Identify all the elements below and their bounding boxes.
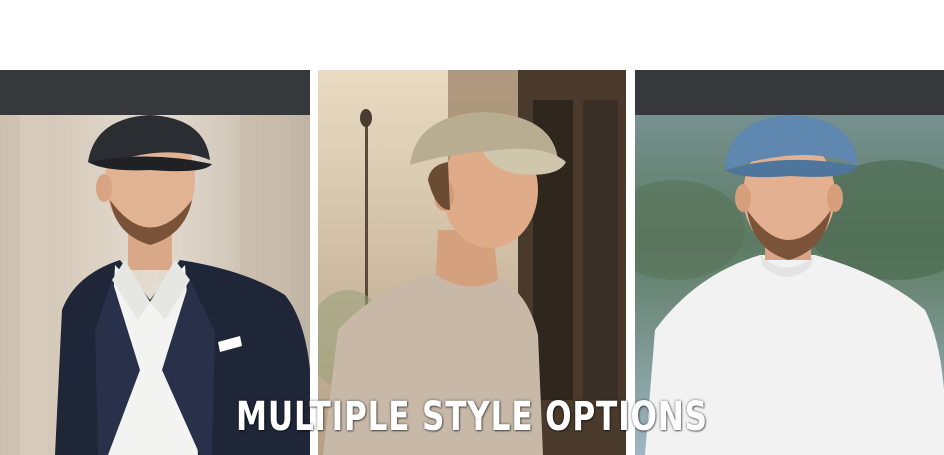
- banner-headline: MULTIPLE STYLE OPTIONS: [236, 394, 708, 440]
- product-banner: MULTIPLE STYLE OPTIONS: [0, 0, 944, 455]
